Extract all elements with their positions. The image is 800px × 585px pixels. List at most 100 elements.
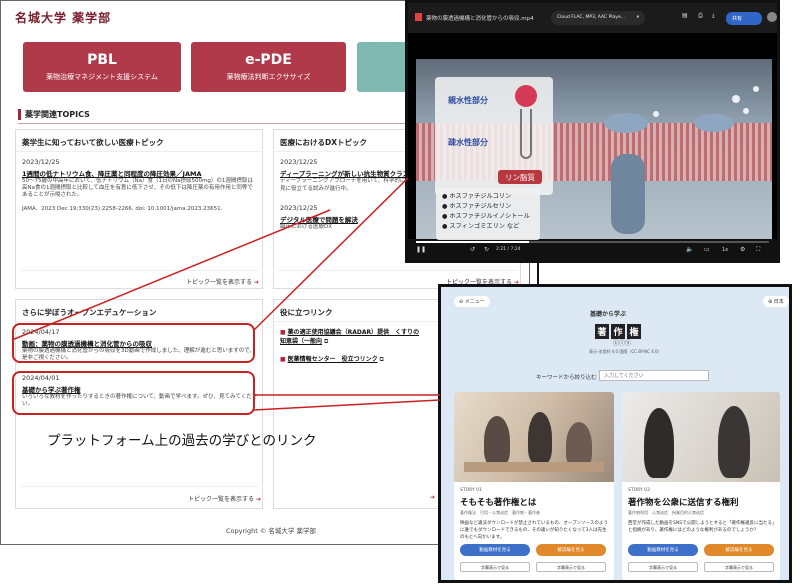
subtitle-view-button[interactable]: 字幕表示で見る (536, 562, 606, 572)
more-topics-label: トピック一覧を表示する (186, 279, 253, 286)
chevron-down-icon: ▾ (636, 15, 639, 20)
more-topics-label: トピック一覧を表示する (188, 496, 255, 503)
epde-banner[interactable]: e-PDE 薬物療法判断エクササイズ (191, 42, 346, 92)
download-icon[interactable]: ⤓ (712, 12, 715, 20)
useful-link-label: 医薬情報センター 役立つリンク (287, 356, 378, 363)
title-char: 作 (611, 324, 625, 339)
explanation-label: 解説編を見る (725, 548, 753, 553)
useful-link-label: 薬の適正使用協議会（RADAR）提供 くすりの知恵袋（一般向 (280, 329, 420, 345)
topic-link[interactable]: 1週間の低ナトリウム食、降圧薬と同程度の降圧効果／JAMA (22, 168, 258, 178)
keyword-search-input[interactable] (599, 370, 709, 381)
speed-button[interactable]: 1x (722, 247, 728, 253)
topic-body: ディープラーニングアプローチを用いて、科学的に (280, 178, 406, 184)
topic-citation: JAMA．2023 Dec 19;330(23):2258-2266. doi:… (22, 206, 223, 212)
video-top-bar: 薬物の膜透過機構と消化管からの吸収.mp4 Cloud FLAC, MP3, A… (408, 3, 777, 33)
explanation-label: 解説編を見る (557, 548, 585, 553)
lipid-list: ● ホスファチジルコリン ● ホスファチジルセリン ● ホスファチジルイノシトー… (436, 188, 540, 240)
lipid-name: ホスファチジルセリン (449, 203, 512, 210)
story-photo (454, 392, 614, 482)
avatar[interactable] (767, 12, 777, 22)
lipid-name: ホスファチジルイノシトール (449, 213, 530, 220)
story-description: 西堂が作成した動画をSNSで公開しようとすると「著作権違反に当たる」と指摘があり… (628, 521, 775, 533)
panel-heading: 薬学生に知っておいて欲しい医療トピック (16, 130, 262, 152)
more-topics-link[interactable]: トピック一覧を表示する ➔ (186, 277, 259, 286)
comment-icon[interactable]: ▤ (682, 12, 688, 19)
lipid-item: ● スフィンゴミエリン など (442, 222, 534, 232)
codec-selector[interactable]: Cloud FLAC, MP3, AAC Playe... ▾ (551, 11, 645, 25)
topic-link[interactable]: ディープラーニングが新しい抗生物質クラスを発見 (280, 168, 410, 178)
section-title: 薬学関連TOPICS (18, 109, 90, 120)
subtitle-view-button[interactable]: 字幕表示で見る (704, 562, 774, 572)
menu-button[interactable]: ⊖ メニュー (454, 296, 490, 307)
topic-body: 見に役立てる試みが進行中。 (280, 186, 352, 192)
file-icon (415, 13, 422, 21)
story-photo (622, 392, 780, 482)
volume-icon[interactable]: 🔈 (686, 246, 693, 253)
license-text: 表示-非営利 4.0 国際（CC BY-NC 4.0） (589, 349, 662, 354)
panel-divider (278, 270, 518, 271)
rewind-icon[interactable]: ↺ (470, 246, 475, 253)
subtitle-view-label: 字幕表示で見る (557, 565, 585, 570)
banner-subtitle: 薬物治療マネジメント支援システム (46, 73, 158, 81)
external-link-icon: ⧉ (323, 338, 329, 345)
story-card[interactable]: STORY 01 そもそも著作権とは 著作権法 引用・公衆送信 著作物・著作者 … (454, 392, 614, 580)
story-card[interactable]: STORY 03 著作物を公衆に送信する権利 著作物利用 公衆送信 授業目的公衆… (622, 392, 780, 580)
pbl-banner[interactable]: PBL 薬物治療マネジメント支援システム (23, 42, 181, 92)
lipid-head-icon (515, 85, 537, 107)
university-logo[interactable]: 名城大学 薬学部 (15, 9, 111, 26)
forward-icon[interactable]: ↻ (484, 246, 489, 253)
lipid-item: ● ホスファチジルコリン (442, 192, 534, 202)
watch-video-label: 動画教材を見る (479, 548, 511, 553)
pause-icon[interactable]: ❚❚ (416, 246, 426, 253)
useful-link[interactable]: ■ 医薬情報センター 役立つリンク ⧉ (280, 354, 420, 364)
fullscreen-icon[interactable]: ⛶ (756, 246, 760, 254)
bullet-icon: ■ (280, 329, 286, 336)
highlight-box-video (12, 323, 255, 363)
lipid-tail-icon (520, 109, 532, 159)
title-char: 権 (627, 324, 641, 339)
watch-video-button[interactable]: 動画教材を見る (460, 544, 530, 556)
watch-video-button[interactable]: 動画教材を見る (628, 544, 698, 556)
topic-link[interactable]: デジタル医療で問題を解決 (280, 214, 410, 224)
hydrophobic-label: 疎水性部分 (448, 138, 488, 147)
external-link-icon: ⧉ (379, 356, 384, 363)
subtitle-view-button[interactable]: 字幕表示で見る (460, 562, 530, 572)
progress-fill (416, 241, 529, 243)
captions-icon[interactable]: ▭ (704, 246, 710, 253)
panel-divider (20, 486, 258, 487)
more-topics-link[interactable]: ➔ (430, 494, 435, 501)
title-char: 著 (595, 324, 609, 339)
story-tags: 著作物利用 公衆送信 授業目的公衆送信 (628, 510, 704, 515)
settings-icon[interactable]: ⚙ (740, 246, 745, 253)
course-title: 著作権 (595, 320, 643, 339)
copyright: Copyright © 名城大学 薬学部 (226, 527, 316, 535)
arrow-right-icon: ➔ (253, 279, 259, 286)
lipid-item: ● ホスファチジルイノシトール (442, 212, 534, 222)
explanation-button[interactable]: 解説編を見る (704, 544, 774, 556)
phospholipid-tag: リン脂質 (498, 170, 542, 184)
useful-link[interactable]: ■ 薬の適正使用協議会（RADAR）提供 くすりの知恵袋（一般向 ⧉ (280, 328, 420, 346)
print-icon[interactable]: ⎙ (698, 12, 703, 20)
time-display: 2:21 / 7:24 (496, 247, 521, 252)
explanation-button[interactable]: 解説編を見る (536, 544, 606, 556)
banner-subtitle: 薬物療法判断エクササイズ (226, 73, 311, 81)
panel-heading: さらに学ぼうオープンエデュケーション (16, 300, 262, 322)
story-tags: 著作権法 引用・公衆送信 著作物・著作者 (460, 510, 540, 515)
video-file-title: 薬物の膜透過機構と消化管からの吸収.mp4 (426, 16, 534, 22)
watch-video-label: 動画教材を見る (647, 548, 679, 553)
share-button[interactable]: 共有 (726, 12, 762, 25)
more-topics-link[interactable]: トピック一覧を表示する ➔ (188, 494, 261, 503)
search-label: キーワードから絞り込む (536, 375, 597, 381)
person-figure (484, 416, 510, 466)
arrow-right-icon: ➔ (255, 496, 261, 503)
language-button[interactable]: ⊕ 日本 (763, 296, 789, 307)
subtitle-view-button[interactable]: 字幕表示で見る (628, 562, 698, 572)
course-subtitle: 基礎から学ぶ (590, 311, 627, 318)
bullet-icon: ■ (280, 356, 286, 363)
medical-topics-panel: 薬学生に知っておいて欲しい医療トピック 2023/12/25 1週間の低ナトリウ… (15, 129, 263, 289)
language-label: 日本 (773, 299, 784, 305)
protein-icon (604, 113, 648, 133)
protein-icon (694, 114, 734, 132)
topic-date: 2023/12/25 (280, 158, 318, 166)
lipid-name: ホスファチジルコリン (449, 193, 512, 200)
